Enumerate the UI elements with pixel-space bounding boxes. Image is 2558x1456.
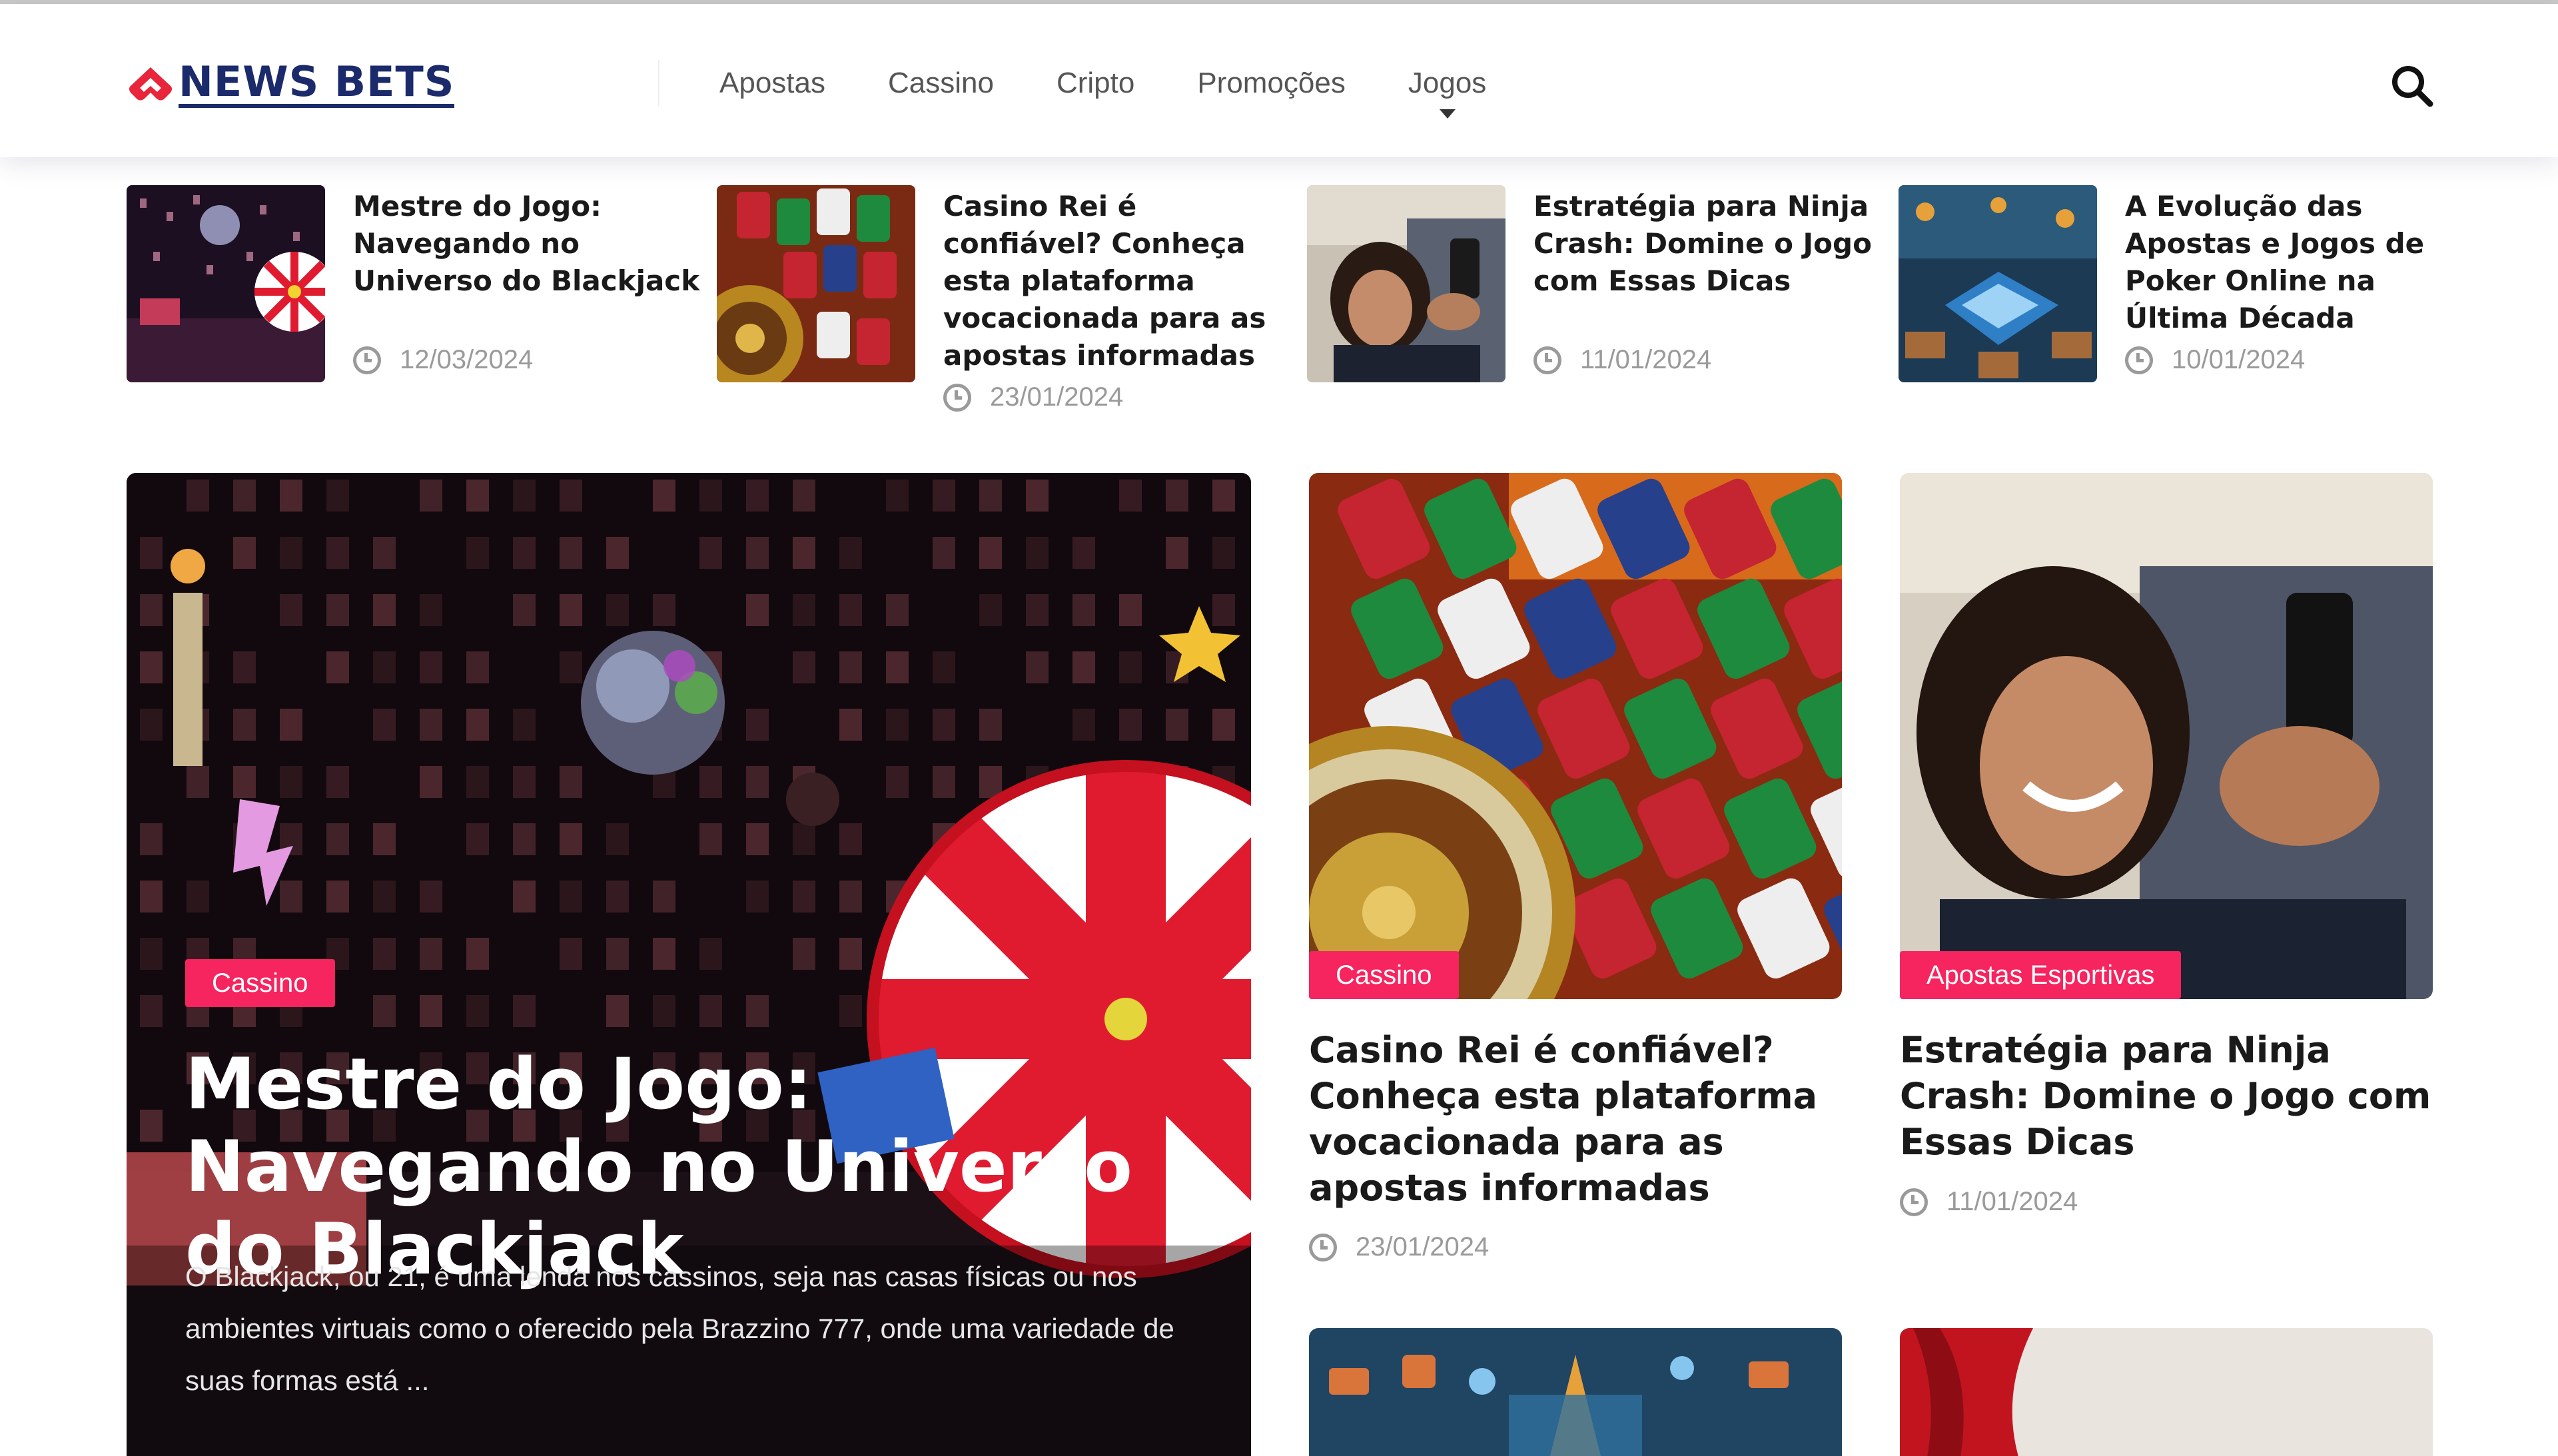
featured-article[interactable]: Cassino Mestre do Jogo: Navegando no Uni…: [127, 473, 1251, 1456]
nav-item-cassino[interactable]: Cassino: [888, 67, 994, 100]
clock-icon: [2125, 346, 2153, 374]
casino-chips-roulette-image: [1309, 473, 1842, 999]
clock-icon: [1533, 346, 1561, 374]
site-header: NEWS BETS Apostas Cassino Cripto Promoçõ…: [0, 4, 2558, 157]
nav-item-promocoes[interactable]: Promoções: [1197, 67, 1346, 100]
nav-item-apostas[interactable]: Apostas: [719, 67, 825, 100]
woman-phone-image: [1900, 473, 2433, 999]
card-image-1[interactable]: [1309, 473, 1842, 999]
card-image-2[interactable]: [1900, 473, 2433, 999]
poker-evolution-thumbnail-image: [1899, 185, 2097, 382]
strip-date-1: 12/03/2024: [353, 345, 533, 375]
strip-thumbnail-2[interactable]: [717, 185, 915, 382]
main-nav: Apostas Cassino Cripto Promoções Jogos: [719, 60, 1549, 119]
clock-icon: [943, 383, 971, 412]
casino-chips-thumbnail-image: [717, 185, 915, 382]
clock-icon: [353, 346, 381, 374]
card-date-text-1: 23/01/2024: [1356, 1232, 1490, 1262]
hero-excerpt: O Blackjack, ou 21, é uma lenda nos cass…: [185, 1261, 1174, 1396]
clock-icon: [1309, 1233, 1337, 1262]
strip-date-text-4: 10/01/2024: [2172, 345, 2306, 374]
strip-title-3[interactable]: Estratégia para Ninja Crash: Domine o Jo…: [1533, 188, 1893, 300]
category-badge[interactable]: Apostas Esportivas: [1900, 951, 2182, 999]
strip-article-2[interactable]: Casino Rei é confiável? Conheça esta pla…: [717, 185, 1303, 425]
category-badge[interactable]: Cassino: [185, 959, 335, 1007]
strip-date-4: 10/01/2024: [2125, 345, 2305, 375]
card-date-text-2: 11/01/2024: [1946, 1187, 2078, 1216]
strip-thumbnail-4[interactable]: [1899, 185, 2097, 382]
strip-title-2[interactable]: Casino Rei é confiável? Conheça esta pla…: [943, 188, 1303, 374]
strip-article-1[interactable]: Mestre do Jogo: Navegando no Universo do…: [127, 185, 713, 425]
poker-evolution-image: [1309, 1328, 1842, 1456]
strip-date-2: 23/01/2024: [943, 382, 1123, 412]
article-card-4-image[interactable]: [1900, 1328, 2433, 1456]
category-badge[interactable]: Cassino: [1309, 951, 1459, 999]
logo-text: NEWS BETS: [179, 60, 455, 108]
search-icon[interactable]: [2389, 63, 2435, 109]
clock-icon: [1900, 1188, 1928, 1216]
ninja-crash-thumbnail-image: [1307, 185, 1505, 382]
card-title-2[interactable]: Estratégia para Ninja Crash: Domine o Jo…: [1900, 1027, 2433, 1165]
red-fabric-image: [1900, 1328, 2433, 1456]
site-logo[interactable]: NEWS BETS: [127, 57, 455, 111]
strip-date-text-2: 23/01/2024: [990, 382, 1124, 412]
nav-item-jogos-label: Jogos: [1408, 67, 1487, 99]
dropdown-caret-icon: [1439, 109, 1456, 119]
strip-thumbnail-1[interactable]: [127, 185, 325, 382]
card-suit-logo-icon: [129, 67, 172, 101]
strip-article-3[interactable]: Estratégia para Ninja Crash: Domine o Jo…: [1307, 185, 1893, 425]
nav-item-cripto[interactable]: Cripto: [1057, 67, 1134, 100]
card-title-1[interactable]: Casino Rei é confiável? Conheça esta pla…: [1309, 1027, 1842, 1211]
strip-title-1[interactable]: Mestre do Jogo: Navegando no Universo do…: [353, 188, 713, 300]
strip-title-4[interactable]: A Evolução das Apostas e Jogos de Poker …: [2125, 188, 2485, 337]
card-date-2: 11/01/2024: [1900, 1187, 2078, 1217]
header-divider: [658, 60, 659, 107]
blackjack-thumbnail-image: [127, 185, 325, 382]
strip-date-text-3: 11/01/2024: [1580, 345, 1712, 374]
card-date-1: 23/01/2024: [1309, 1232, 1489, 1262]
article-card-3-image[interactable]: [1309, 1328, 1842, 1456]
strip-thumbnail-3[interactable]: [1307, 185, 1505, 382]
strip-article-4[interactable]: A Evolução das Apostas e Jogos de Poker …: [1899, 185, 2485, 425]
nav-item-jogos[interactable]: Jogos: [1408, 67, 1487, 119]
strip-date-3: 11/01/2024: [1533, 345, 1711, 375]
strip-date-text-1: 12/03/2024: [400, 345, 534, 374]
